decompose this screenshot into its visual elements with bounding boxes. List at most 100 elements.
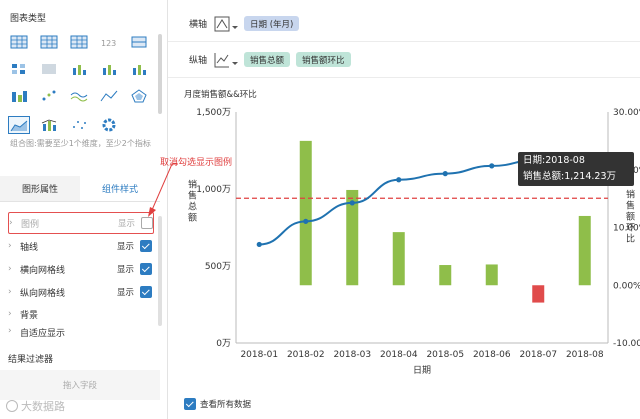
- chart-hint: 组合图:需要至少1个维度，至少2个指标: [10, 139, 151, 148]
- x-tick-label: 2018-08: [566, 350, 604, 360]
- heat-icon-glyph: [12, 64, 25, 74]
- chevron-right-icon: ›: [8, 326, 12, 336]
- ring-icon-glyph: [73, 121, 86, 129]
- line-point: [256, 241, 262, 248]
- line-point: [303, 218, 309, 224]
- column-icon[interactable]: [68, 60, 90, 78]
- show-all-data-row[interactable]: 查看所有数据: [184, 398, 251, 410]
- bar-icon-glyph: [42, 64, 56, 74]
- table-icon-glyph: [10, 35, 28, 49]
- funnel-icon[interactable]: [98, 87, 120, 105]
- detail-table-icon[interactable]: [68, 33, 90, 51]
- bar-icon[interactable]: [38, 60, 60, 78]
- watermark-text: 大数据路: [21, 400, 65, 413]
- annotation-arrow: [148, 163, 178, 217]
- bar-mom: [578, 215, 591, 286]
- cross-table-icon[interactable]: [38, 33, 60, 51]
- y-tick-label: 1,500万: [196, 108, 231, 118]
- x-tick-label: 2018-05: [426, 350, 464, 360]
- property-row-adaptive[interactable]: › 自适应显示: [8, 326, 152, 338]
- table-icon[interactable]: [8, 33, 30, 51]
- grouped-table-icon-glyph: [131, 36, 147, 48]
- bar-mom: [392, 232, 405, 286]
- drop-field-zone[interactable]: 拖入字段: [0, 370, 160, 400]
- axis-line-show-checkbox[interactable]: [140, 240, 152, 252]
- show-all-data-checkbox[interactable]: [184, 398, 196, 410]
- x-tick-label: 2018-02: [287, 350, 325, 360]
- chevron-right-icon: ›: [9, 218, 13, 228]
- watermark: 大数据路: [6, 398, 65, 414]
- v-gridline-show-checkbox[interactable]: [140, 286, 152, 298]
- property-row-h-gridline[interactable]: › 横向网格线 显示: [8, 258, 152, 280]
- grouped-table-icon[interactable]: [128, 33, 150, 51]
- detail-table-icon-glyph: [70, 35, 88, 49]
- y2-tick-label: 30.00%: [613, 108, 640, 118]
- y-tick-label: 0万: [216, 339, 231, 349]
- svg-text:123: 123: [101, 39, 116, 48]
- y2-tick-label: 0.00%: [613, 281, 640, 291]
- show-all-data-label: 查看所有数据: [200, 400, 252, 410]
- area-icon-glyph: [42, 90, 56, 101]
- funnel-icon-glyph: [100, 90, 118, 102]
- y-axis-field-pill[interactable]: 销售额环比: [296, 52, 351, 67]
- y2-axis-title: 销售额环比: [626, 189, 635, 245]
- point-icon-glyph: [41, 119, 57, 131]
- property-row-v-gridline[interactable]: › 纵向网格线 显示: [8, 281, 152, 303]
- combo-bar-line-icon[interactable]: [8, 116, 30, 134]
- combo-line-icon[interactable]: [128, 87, 150, 105]
- property-show-label: 显示: [116, 288, 134, 298]
- property-row-background[interactable]: › 背景: [8, 303, 152, 325]
- property-show-label: 显示: [116, 242, 134, 252]
- watermark-logo-icon: [6, 400, 18, 412]
- stacked-column-icon[interactable]: [98, 60, 120, 78]
- property-row-axis-line[interactable]: › 轴线 显示: [8, 235, 152, 257]
- tooltip-line-value: 销售总额:1,214.23万: [523, 171, 617, 182]
- property-label: 自适应显示: [20, 329, 66, 338]
- line-point: [349, 200, 355, 206]
- x-axis-type-icon[interactable]: [214, 16, 244, 32]
- bar-mom: [439, 265, 452, 286]
- y-axis-type-icon[interactable]: [214, 52, 244, 68]
- pie-icon[interactable]: [98, 116, 120, 134]
- property-label: 背景: [20, 310, 39, 321]
- line-icon[interactable]: [8, 87, 30, 105]
- property-label: 纵向网格线: [20, 288, 66, 299]
- line-point: [442, 171, 448, 177]
- heat-icon[interactable]: [8, 60, 30, 78]
- column-icon-glyph: [73, 65, 86, 75]
- line-point: [396, 177, 402, 183]
- y-axis-field-pill[interactable]: 销售总额: [244, 52, 291, 67]
- kpi-number-icon-glyph: 123: [101, 39, 116, 48]
- app-root: 图表类型 123 组合图:需要至少1个维度，至少2个指标 图形属性 组件样式 ›…: [0, 0, 640, 419]
- y-axis-label: 纵轴: [188, 56, 207, 66]
- chart-type-scrollbar[interactable]: [158, 34, 162, 114]
- area-icon[interactable]: [38, 87, 60, 105]
- point-icon[interactable]: [38, 116, 60, 134]
- property-scrollbar[interactable]: [158, 216, 162, 326]
- tooltip-line-date: 日期:2018-08: [523, 155, 585, 166]
- x-tick-label: 2018-04: [380, 350, 418, 360]
- chart-title: 月度销售额&&环比: [184, 90, 257, 100]
- ring-icon[interactable]: [68, 116, 90, 134]
- chart-tooltip: 日期:2018-08 销售总额:1,214.23万: [518, 152, 634, 186]
- stacked-column-icon-glyph: [103, 65, 116, 75]
- tab-graphic-properties[interactable]: 图形属性: [0, 176, 80, 201]
- scatter-icon[interactable]: [128, 60, 150, 78]
- x-tick-label: 2018-07: [519, 350, 557, 360]
- y-tick-label: 500万: [205, 262, 231, 272]
- x-tick-label: 2018-06: [473, 350, 511, 360]
- h-gridline-show-checkbox[interactable]: [140, 263, 152, 275]
- x-axis-title: 日期: [413, 365, 431, 376]
- property-label: 轴线: [20, 242, 39, 253]
- x-axis-field-pill[interactable]: 日期 (年月): [244, 16, 300, 31]
- y-tick-label: 1,000万: [196, 185, 231, 195]
- y2-tick-label: -10.00%: [613, 339, 640, 349]
- property-label: 横向网格线: [20, 265, 66, 276]
- chart-type-title: 图表类型: [10, 14, 47, 24]
- radar-icon[interactable]: [68, 87, 90, 105]
- result-filter-title: 结果过滤器: [8, 355, 54, 365]
- bar-mom: [532, 285, 545, 303]
- kpi-number-icon[interactable]: 123: [98, 33, 120, 51]
- x-axis-label: 横轴: [188, 20, 207, 30]
- combo-bar-line-icon-glyph: [10, 120, 28, 132]
